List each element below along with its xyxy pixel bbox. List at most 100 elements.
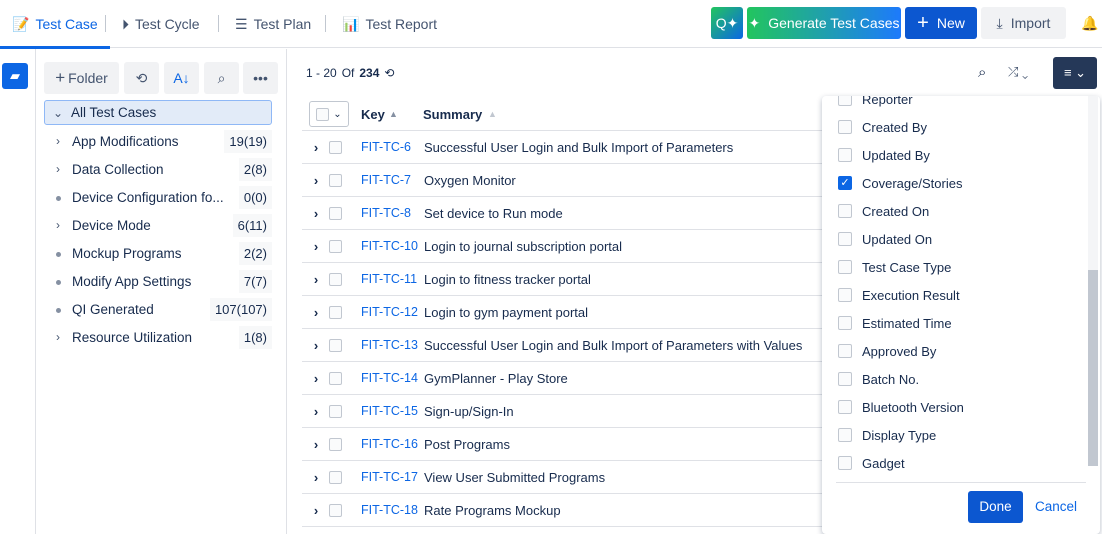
checkbox[interactable] (838, 96, 852, 106)
search-icon[interactable]: ⌕ (978, 64, 986, 81)
checkbox[interactable] (838, 260, 852, 274)
row-checkbox[interactable] (329, 470, 342, 484)
column-option[interactable]: Created By (838, 113, 927, 141)
row-checkbox[interactable] (329, 437, 342, 451)
chevron-right-icon[interactable]: › (44, 134, 72, 148)
tab-test-cycle[interactable]: ⏵ Test Cycle (122, 0, 200, 48)
chevron-right-icon[interactable]: › (305, 503, 327, 518)
column-option[interactable]: Approved By (838, 337, 936, 365)
refresh-icon[interactable]: ⟲ (384, 66, 394, 80)
test-case-key[interactable]: FIT-TC-7 (361, 173, 411, 187)
scrollbar[interactable] (1088, 96, 1098, 466)
generate-test-cases-button[interactable]: ✦ Generate Test Cases (747, 7, 901, 39)
table-row[interactable]: › FIT-TC-17 View User Submitted Programs (302, 461, 842, 494)
chevron-right-icon[interactable]: › (305, 206, 327, 221)
sort-az-icon[interactable]: A↓ (164, 62, 199, 94)
tree-folder[interactable]: Device Configuration fo... 0(0) (44, 184, 272, 210)
more-icon[interactable]: ••• (243, 62, 278, 94)
checkbox[interactable] (838, 204, 852, 218)
column-option[interactable]: Test Case Type (838, 253, 951, 281)
table-row[interactable]: › FIT-TC-13 Successful User Login and Bulk… (302, 329, 842, 362)
chevron-right-icon[interactable]: › (305, 239, 327, 254)
new-button[interactable]: + New (905, 7, 977, 39)
checkbox[interactable] (838, 316, 852, 330)
column-option[interactable]: Bluetooth Version (838, 393, 964, 421)
chevron-right-icon[interactable]: › (305, 305, 327, 320)
search-icon[interactable]: ⌕ (204, 62, 239, 94)
checkbox[interactable] (838, 428, 852, 442)
row-checkbox[interactable] (329, 338, 342, 352)
table-row[interactable]: › FIT-TC-6 Successful User Login and Bulk … (302, 131, 842, 164)
row-checkbox[interactable] (329, 173, 342, 187)
select-all-checkbox[interactable]: ⌄ (309, 101, 349, 127)
checkbox[interactable] (838, 120, 852, 134)
tree-folder[interactable]: QI Generated 107(107) (44, 296, 272, 322)
column-filter-button[interactable]: ≡ ⌄ (1053, 57, 1097, 89)
tab-test-case[interactable]: 📝 Test Case (0, 0, 110, 49)
tree-root-all-test-cases[interactable]: ⌄ All Test Cases (44, 100, 272, 125)
column-option[interactable]: Created On (838, 197, 929, 225)
tree-folder[interactable]: › App Modifications 19(19) (44, 128, 272, 154)
row-checkbox[interactable] (329, 239, 342, 253)
column-option[interactable]: ✓ Coverage/Stories (838, 169, 962, 197)
table-row[interactable]: › FIT-TC-8 Set device to Run mode (302, 197, 842, 230)
test-case-key[interactable]: FIT-TC-14 (361, 371, 418, 385)
test-case-key[interactable]: FIT-TC-15 (361, 404, 418, 418)
chevron-right-icon[interactable]: › (44, 162, 72, 176)
table-row[interactable]: › FIT-TC-14 GymPlanner - Play Store (302, 362, 842, 395)
cancel-button[interactable]: Cancel (1035, 499, 1077, 514)
checkbox[interactable]: ✓ (838, 176, 852, 190)
test-case-key[interactable]: FIT-TC-10 (361, 239, 418, 253)
checkbox[interactable] (838, 344, 852, 358)
column-option[interactable]: Updated By (838, 141, 930, 169)
row-checkbox[interactable] (329, 503, 342, 517)
row-checkbox[interactable] (329, 272, 342, 286)
test-case-key[interactable]: FIT-TC-13 (361, 338, 418, 352)
chevron-right-icon[interactable]: › (305, 470, 327, 485)
tree-folder[interactable]: Mockup Programs 2(2) (44, 240, 272, 266)
test-case-key[interactable]: FIT-TC-17 (361, 470, 418, 484)
test-case-key[interactable]: FIT-TC-6 (361, 140, 411, 154)
table-row[interactable]: › FIT-TC-10 Login to journal subscription … (302, 230, 842, 263)
test-case-key[interactable]: FIT-TC-12 (361, 305, 418, 319)
column-option[interactable]: Display Type (838, 421, 936, 449)
row-checkbox[interactable] (329, 206, 342, 220)
chevron-right-icon[interactable]: › (305, 371, 327, 386)
chevron-right-icon[interactable]: › (305, 272, 327, 287)
row-checkbox[interactable] (329, 404, 342, 418)
test-case-key[interactable]: FIT-TC-18 (361, 503, 418, 517)
tab-test-report[interactable]: 📊 Test Report (342, 0, 437, 48)
table-row[interactable]: › FIT-TC-12 Login to gym payment portal (302, 296, 842, 329)
chevron-right-icon[interactable]: › (305, 437, 327, 452)
checkbox[interactable] (838, 372, 852, 386)
table-row[interactable]: › FIT-TC-18 Rate Programs Mockup (302, 494, 842, 527)
checkbox[interactable] (838, 456, 852, 470)
table-row[interactable]: › FIT-TC-11 Login to fitness tracker porta… (302, 263, 842, 296)
chevron-right-icon[interactable]: › (44, 218, 72, 232)
row-checkbox[interactable] (329, 371, 342, 385)
bell-icon[interactable]: 🔔 (1078, 7, 1102, 39)
chevron-right-icon[interactable]: › (305, 338, 327, 353)
checkbox[interactable] (838, 288, 852, 302)
column-option[interactable]: Updated On (838, 225, 932, 253)
checkbox[interactable] (838, 148, 852, 162)
column-option[interactable]: Execution Result (838, 281, 960, 309)
chevron-right-icon[interactable]: › (305, 404, 327, 419)
tree-folder[interactable]: › Resource Utilization 1(8) (44, 324, 272, 350)
key-header[interactable]: Key (361, 107, 385, 122)
test-case-key[interactable]: FIT-TC-11 (361, 272, 417, 286)
column-option[interactable]: Gadget (838, 449, 905, 477)
shuffle-dropdown[interactable]: ⤮ ⌄ (1008, 64, 1028, 80)
checkbox[interactable] (838, 400, 852, 414)
chevron-right-icon[interactable]: › (305, 173, 327, 188)
done-button[interactable]: Done (968, 491, 1023, 523)
ai-search-button[interactable]: Q✦ (711, 7, 743, 39)
column-option[interactable]: Reporter (838, 96, 913, 113)
table-row[interactable]: › FIT-TC-7 Oxygen Monitor (302, 164, 842, 197)
tree-folder[interactable]: Modify App Settings 7(7) (44, 268, 272, 294)
tab-test-plan[interactable]: ☰ Test Plan (235, 0, 311, 48)
chevron-right-icon[interactable]: › (305, 140, 327, 155)
tree-folder[interactable]: › Data Collection 2(8) (44, 156, 272, 182)
test-case-key[interactable]: FIT-TC-16 (361, 437, 418, 451)
import-button[interactable]: ⤓ Import (981, 7, 1066, 39)
